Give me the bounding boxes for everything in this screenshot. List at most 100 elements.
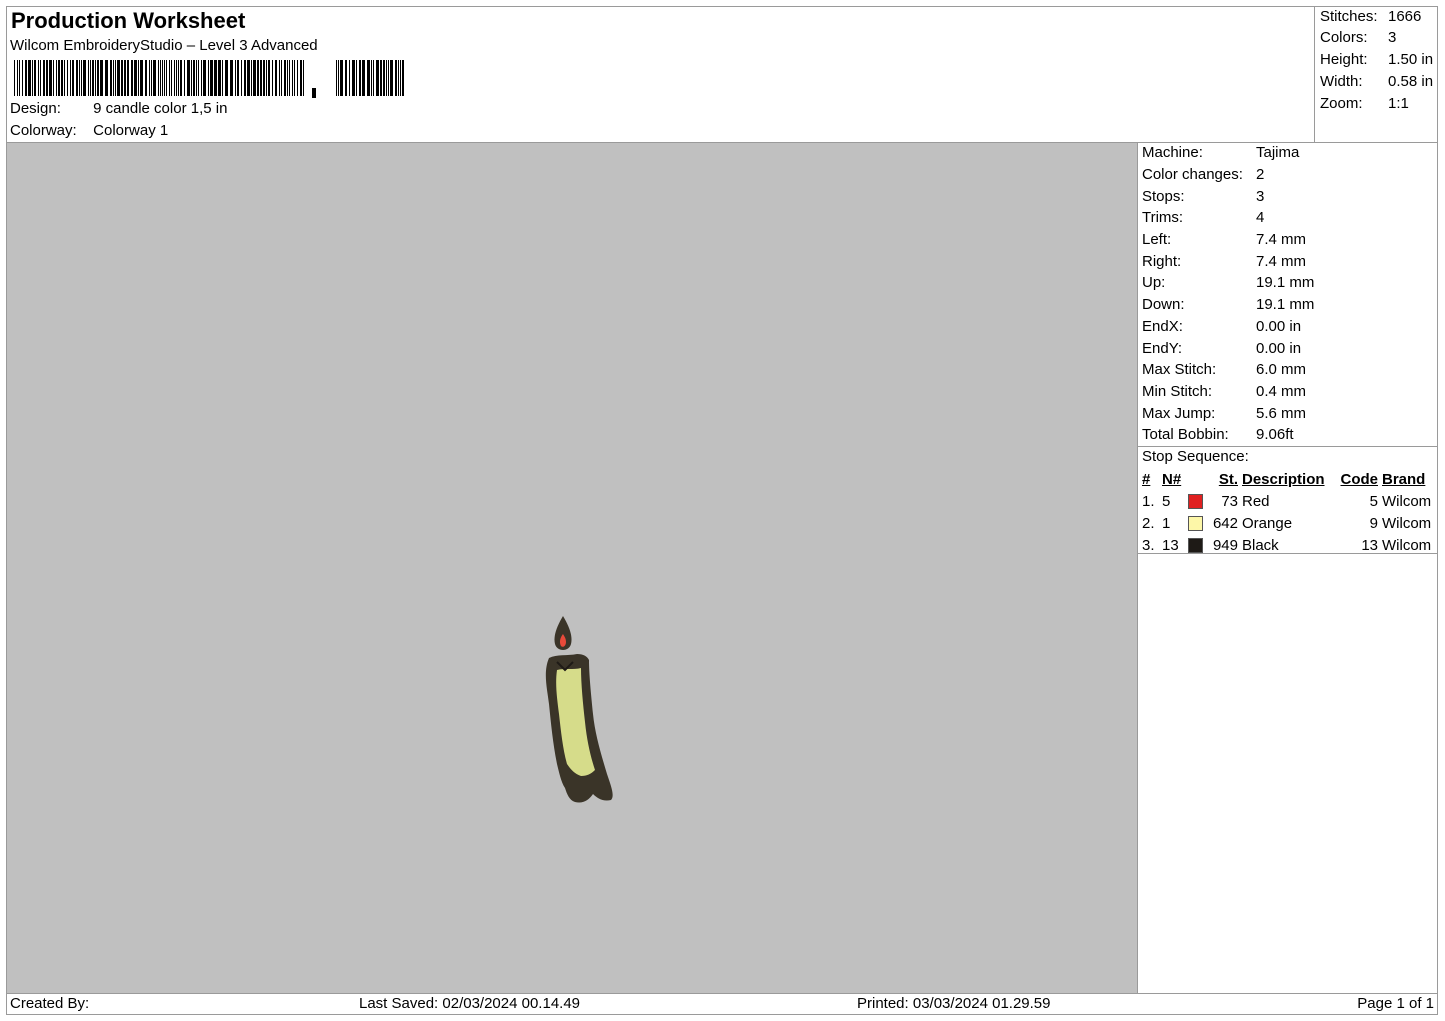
- info-value: 5.6 mm: [1256, 405, 1307, 422]
- barcode-bar: [281, 60, 282, 96]
- machine-row: Machine: Tajima: [1142, 144, 1299, 161]
- machine-row: Total Bobbin: 9.06ft: [1142, 426, 1294, 443]
- barcode-bar: [260, 60, 262, 96]
- barcode-bar: [218, 60, 221, 96]
- table-row: 2. 1 642 Orange 9 Wilcom: [1140, 512, 1436, 534]
- barcode-bar: [196, 60, 197, 96]
- stat-label: Zoom:: [1320, 95, 1363, 112]
- barcode-bar: [110, 60, 112, 96]
- machine-row: Stops: 3: [1142, 188, 1264, 205]
- info-label: Min Stitch:: [1142, 383, 1213, 400]
- barcode-bar: [162, 60, 163, 96]
- col-header-index: #: [1142, 471, 1151, 488]
- barcode-bar: [388, 60, 389, 96]
- barcode-bar: [237, 60, 239, 96]
- barcode-bar: [134, 60, 137, 96]
- barcode-bar: [402, 60, 404, 96]
- design-row: Design: 9 candle color 1,5 in: [10, 100, 227, 117]
- barcode-bar: [367, 60, 370, 96]
- barcode-bar: [208, 60, 209, 96]
- barcode-bar: [230, 60, 233, 96]
- info-label: Trims:: [1142, 209, 1184, 226]
- stat-value: 1666: [1388, 8, 1422, 25]
- barcode-bar: [395, 60, 397, 96]
- barcode-bar: [83, 60, 86, 96]
- barcode-bar: [17, 60, 18, 96]
- info-label: Max Stitch:: [1142, 361, 1217, 378]
- info-label: Down:: [1142, 296, 1185, 313]
- barcode-bar: [53, 60, 54, 96]
- barcode-bar: [289, 60, 290, 96]
- stat-label: Height:: [1320, 51, 1368, 68]
- barcode-bar: [390, 60, 393, 96]
- col-header-description: Description: [1242, 471, 1325, 488]
- last-saved: Last Saved: 02/03/2024 00.14.49: [359, 995, 581, 1012]
- row-description: Red: [1242, 492, 1270, 510]
- barcode-bar: [187, 60, 190, 96]
- barcode-bar: [279, 60, 280, 96]
- barcode-bar: [371, 60, 372, 96]
- info-value: 9.06ft: [1256, 426, 1294, 443]
- panel-divider: [1137, 143, 1138, 993]
- barcode-bar: [263, 60, 265, 96]
- stats-box: Stitches: 1666 Colors: 3 Height: 1.50 in Wi…: [1314, 6, 1438, 143]
- barcode-bar: [180, 60, 182, 96]
- barcode-bar: [268, 60, 270, 96]
- barcode-bar: [235, 60, 236, 96]
- barcode-bar: [222, 60, 223, 96]
- barcode-bar: [117, 60, 120, 96]
- row-needle: 5: [1162, 492, 1171, 510]
- barcode-bar: [398, 60, 399, 96]
- barcode-bar: [272, 60, 273, 96]
- barcode-bar: [79, 60, 80, 96]
- stat-label: Stitches:: [1320, 8, 1378, 25]
- worksheet-header: Production Worksheet Wilcom EmbroiderySt…: [6, 6, 1315, 143]
- barcode-bar: [244, 60, 246, 96]
- barcode-bar: [22, 60, 23, 96]
- row-stitches: 642: [1212, 514, 1238, 532]
- color-swatch: [1188, 516, 1203, 532]
- row-swatch: [1186, 512, 1208, 534]
- barcode-bar: [338, 60, 339, 96]
- info-value: Tajima: [1256, 144, 1300, 161]
- info-label: EndX:: [1142, 318, 1183, 335]
- stat-label: Width:: [1320, 73, 1363, 90]
- barcode-bar: [64, 60, 65, 96]
- barcode-bar: [352, 60, 355, 96]
- barcode-bar: [72, 60, 74, 96]
- row-brand: Wilcom: [1382, 492, 1432, 510]
- candle-design-image: [545, 616, 613, 803]
- row-stitches: 73: [1221, 492, 1238, 510]
- machine-row: Min Stitch: 0.4 mm: [1142, 383, 1306, 400]
- barcode-bar: [113, 60, 114, 96]
- stat-stitches: Stitches: 1666: [1320, 8, 1421, 25]
- table-header-row: # N# St. Description Code Brand: [1140, 469, 1436, 490]
- info-label: Max Jump:: [1142, 405, 1216, 422]
- page-number: Page 1 of 1: [1357, 995, 1434, 1012]
- machine-row: Max Jump: 5.6 mm: [1142, 405, 1306, 422]
- barcode-bar: [140, 60, 143, 96]
- barcode-bar: [336, 60, 337, 96]
- colorway-row: Colorway: Colorway 1: [10, 122, 168, 139]
- barcode-bar: [203, 60, 206, 96]
- col-header-stitches: St.: [1218, 471, 1238, 488]
- barcode-bar: [160, 60, 161, 96]
- info-value: 6.0 mm: [1256, 361, 1307, 378]
- barcode-mark: [312, 88, 316, 98]
- barcode-bar: [32, 60, 33, 96]
- barcode-bar: [149, 60, 150, 96]
- info-label: Color changes:: [1142, 166, 1243, 183]
- barcode-bar: [169, 60, 170, 96]
- barcode-bar: [131, 60, 133, 96]
- row-brand: Wilcom: [1382, 514, 1432, 532]
- barcode-bar: [92, 60, 94, 96]
- barcode-bar: [100, 60, 103, 96]
- design-preview-canvas: [7, 143, 1137, 993]
- row-description: Orange: [1242, 514, 1293, 532]
- color-swatch: [1188, 494, 1203, 510]
- barcode-bar: [158, 60, 159, 96]
- info-value: 19.1 mm: [1256, 296, 1315, 313]
- barcode-bar: [253, 60, 256, 96]
- row-index: 1.: [1142, 492, 1155, 510]
- info-value: 0.00 in: [1256, 318, 1302, 335]
